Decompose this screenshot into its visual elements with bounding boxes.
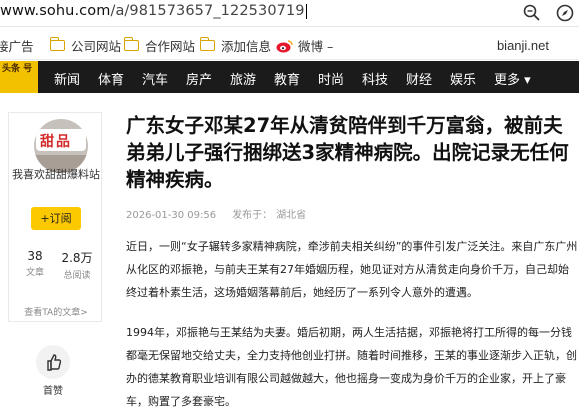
nav-item-auto[interactable]: 汽车 — [142, 69, 168, 88]
nav-item-realestate[interactable]: 房产 — [186, 69, 212, 88]
nav-item-entertainment[interactable]: 娱乐 — [450, 69, 476, 88]
text-caret — [305, 3, 307, 19]
watermark-text: bianji.net — [496, 38, 549, 53]
nav-item-education[interactable]: 教育 — [274, 69, 300, 88]
article-paragraph: 近日，一则“女子辗转多家精神病院，牵涉前夫相关纠纷”的事件引发广泛关注。来自广东… — [126, 240, 578, 299]
publish-source-label: 发布于： — [232, 210, 273, 221]
nav-item-finance[interactable]: 财经 — [406, 69, 432, 88]
publish-location: 湖北省 — [276, 210, 307, 221]
nav-item-news[interactable]: 新闻 — [54, 69, 80, 88]
site-logo[interactable]: 头条 号 — [0, 61, 38, 93]
nav-item-tech[interactable]: 科技 — [362, 69, 388, 88]
nav-item-more[interactable]: 更多 ▾ — [494, 69, 531, 88]
bookmark-weibo[interactable]: 微博 – — [276, 36, 333, 55]
site-nav: 头条 号 新闻 体育 汽车 房产 旅游 教育 时尚 科技 财经 娱乐 更多 ▾ — [0, 61, 579, 93]
stat-reads: 2.8万 总阅读 — [61, 251, 93, 281]
folder-icon — [123, 37, 139, 51]
weibo-icon — [276, 39, 293, 52]
bookmarks-bar: 接广告 公司网站 合作网站 添加信息 微博 – bianji.net — [0, 28, 579, 60]
bookmark-folder[interactable]: 公司网站 — [49, 36, 121, 55]
nav-item-fashion[interactable]: 时尚 — [318, 69, 344, 88]
article-title: 广东女子邓某27年从清贫陪伴到千万富翁，被前夫弟弟儿子强行捆绑送3家精神病院。出… — [126, 114, 569, 191]
like-label: 首赞 — [43, 386, 63, 397]
bookmark-folder[interactable]: 添加信息 — [199, 36, 271, 55]
url-host: www.sohu.com — [0, 3, 111, 19]
stat-articles: 38 文章 — [25, 249, 44, 278]
url-path: /a/981573657_122530719 — [110, 3, 305, 19]
thumbs-up-icon — [47, 354, 62, 371]
subscribe-button[interactable]: +订阅 — [31, 207, 81, 230]
bookmark-item[interactable]: 接广告 — [0, 36, 34, 55]
avatar[interactable]: 甜品 — [34, 119, 88, 173]
avatar-text: 甜品 — [40, 134, 72, 150]
folder-icon — [199, 37, 215, 51]
bookmark-folder[interactable]: 合作网站 — [123, 36, 195, 55]
nav-item-sports[interactable]: 体育 — [98, 69, 124, 88]
nav-item-travel[interactable]: 旅游 — [230, 69, 256, 88]
like-button[interactable] — [36, 345, 70, 379]
url-text[interactable]: www.sohu.com/a/981573657_122530719 — [0, 3, 307, 19]
publish-date: 2026-01-30 09:56 — [126, 210, 217, 221]
address-bar[interactable]: www.sohu.com/a/981573657_122530719 — [0, 0, 579, 27]
article-paragraph: 1994年，邓振艳与王某结为夫妻。婚后初期，两人生活拮据，邓振艳将打工所得的每一… — [126, 326, 577, 408]
view-more-articles-link[interactable]: 查看TA的文章> — [9, 305, 103, 318]
folder-icon — [49, 37, 65, 51]
article-meta: 2026-01-30 09:56 发布于： 湖北省 — [126, 206, 306, 221]
author-name[interactable]: 我喜欢甜甜爆料站 — [9, 166, 103, 182]
compass-icon[interactable] — [555, 3, 575, 23]
author-card: 甜品 我喜欢甜甜爆料站 +订阅 38 文章 2.8万 总阅读 查看TA的文章> — [8, 112, 102, 322]
zoom-icon[interactable] — [522, 3, 542, 23]
